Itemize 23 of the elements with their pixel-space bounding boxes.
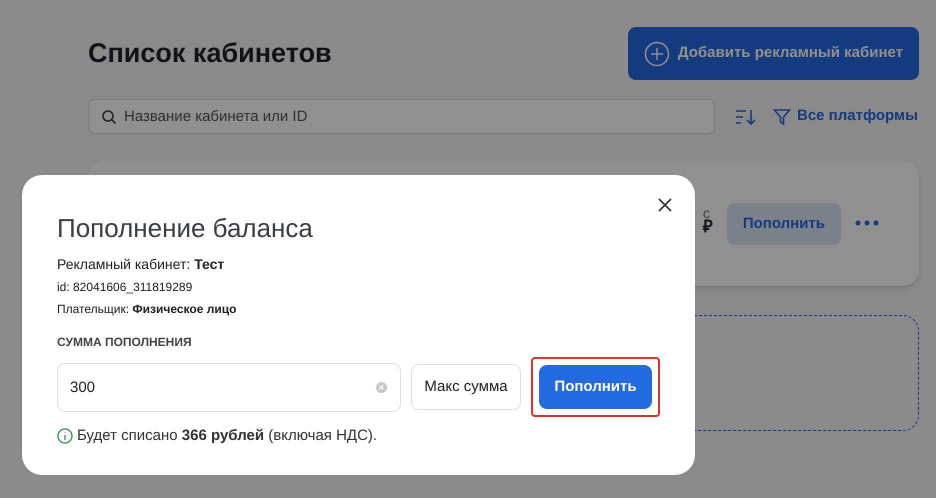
max-amount-button[interactable]: Макс сумма — [411, 364, 521, 410]
filter-icon — [773, 108, 791, 126]
amount-field[interactable]: 300 — [57, 362, 401, 412]
payer-line: Плательщик: Физическое лицо — [57, 301, 238, 318]
sort-icon[interactable] — [735, 108, 757, 126]
more-icon[interactable] — [855, 220, 879, 226]
dialog-title: Пополнение баланса — [57, 213, 314, 243]
add-cabinet-button[interactable]: Добавить рекламный кабинет — [628, 27, 919, 80]
charge-note: Будет списано 366 рублей (включая НДС). — [77, 426, 378, 446]
cabinet-id: id: 82041606_311819289 — [57, 279, 194, 296]
topup-button[interactable]: Пополнить — [726, 203, 841, 245]
info-icon — [57, 428, 73, 444]
plus-circle-icon — [644, 40, 670, 66]
search-field[interactable]: Название кабинета или ID — [88, 99, 715, 134]
page-title: Список кабинетов — [88, 37, 332, 70]
cabinet-label: Рекламный кабинет: Тест — [57, 255, 226, 274]
balance-value: ₽ — [702, 220, 713, 234]
amount-label: СУММА ПОПОЛНЕНИЯ — [57, 334, 193, 351]
balance-label: с — [702, 206, 710, 220]
search-icon — [101, 109, 117, 125]
platform-filter[interactable]: Все платформы — [773, 105, 918, 128]
submit-button[interactable]: Пополнить — [539, 365, 652, 409]
close-icon — [657, 197, 673, 213]
